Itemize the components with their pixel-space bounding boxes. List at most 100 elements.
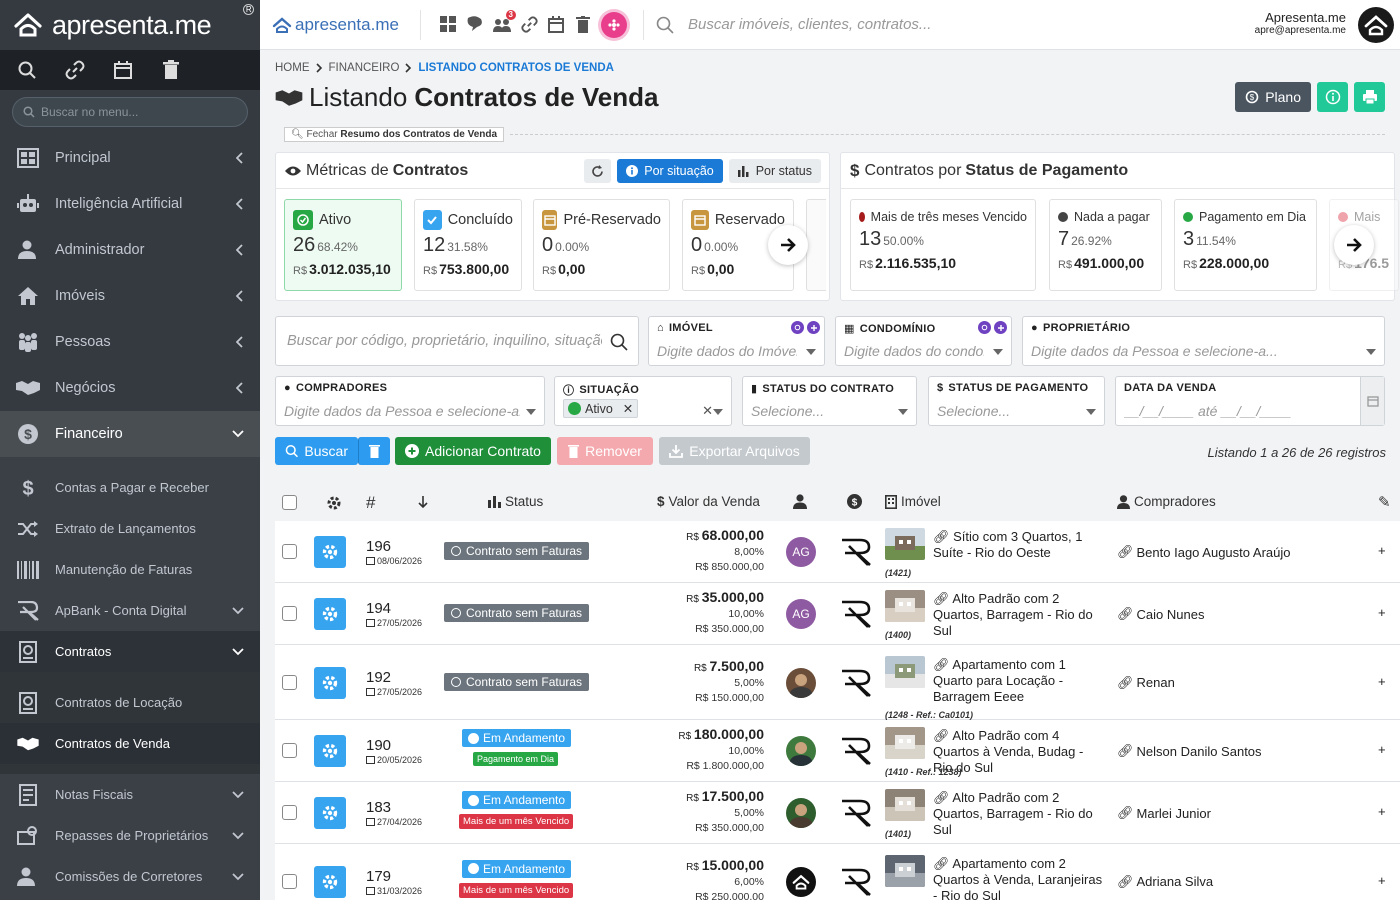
info-button[interactable] <box>1317 82 1348 112</box>
property-thumbnail[interactable] <box>885 854 925 887</box>
trash-icon[interactable] <box>574 16 592 34</box>
property-thumbnail[interactable] <box>885 528 925 560</box>
avatar[interactable]: AG <box>786 537 816 567</box>
metrics-next-button[interactable] <box>768 225 808 265</box>
sidebar-item-comissoes[interactable]: Comissões de Corretores <box>0 856 260 897</box>
buyer-link[interactable]: 🔗︎ Marlei Junior <box>1117 805 1211 821</box>
breadcrumb-financeiro[interactable]: FINANCEIRO <box>329 62 400 74</box>
calendar-button[interactable] <box>1360 377 1384 425</box>
plano-button[interactable]: $ Plano <box>1235 82 1311 112</box>
user-info[interactable]: Apresenta.me apre@apresenta.me <box>1255 10 1346 36</box>
chat-icon[interactable] <box>466 16 484 34</box>
sort-arrow-icon[interactable] <box>418 496 428 508</box>
payment-overdue-3m[interactable]: Mais de três meses Vencido 13 50.00% R$ 2.… <box>850 199 1036 291</box>
print-button[interactable] <box>1354 82 1385 112</box>
flower-icon[interactable] <box>601 11 627 38</box>
sidebar-item-imoveis[interactable]: Imóveis <box>0 273 260 319</box>
status-pagamento-select[interactable]: $ STATUS DE PAGAMENTO Selecione... <box>928 376 1105 426</box>
contract-id[interactable]: 183 <box>366 799 391 816</box>
imovel-select[interactable]: ⌂ IMÓVEL Digite dados do Imóvel... <box>648 316 825 366</box>
avatar[interactable] <box>786 736 816 766</box>
expand-row-button[interactable]: + <box>1378 742 1386 757</box>
sidebar-logo[interactable]: apresenta.me R <box>0 0 260 50</box>
status-badge[interactable]: Contrato sem Faturas <box>444 604 590 622</box>
compradores-select[interactable]: ● COMPRADORES Digite dados da Pessoa e se… <box>275 376 545 426</box>
property-title[interactable]: 🔗︎ Sítio com 3 Quartos, 1 Suíte - Rio do… <box>933 529 1105 561</box>
metric-pre-reservado[interactable]: Pré-Reservado 0 0.00% R$ 0,00 <box>533 199 670 291</box>
sidebar-item-pessoas[interactable]: Pessoas <box>0 319 260 365</box>
condominio-select[interactable]: ▦CONDOMÍNIO Digite dados do condomínio..… <box>835 316 1012 366</box>
search-plus-icon[interactable] <box>791 321 804 334</box>
status-badge[interactable]: Contrato sem Faturas <box>444 672 590 691</box>
menu-search-input[interactable]: Buscar no menu... <box>12 97 248 127</box>
sidebar-item-principal[interactable]: Principal <box>0 135 260 181</box>
row-checkbox[interactable] <box>282 743 297 758</box>
row-actions-button[interactable] <box>314 797 346 829</box>
expand-row-button[interactable]: + <box>1378 543 1386 558</box>
row-actions-button[interactable] <box>314 865 346 898</box>
link-icon[interactable] <box>64 59 86 81</box>
search-plus-icon[interactable] <box>978 321 991 334</box>
column-payment[interactable]: $ <box>847 494 862 509</box>
add-contract-button[interactable]: Adicionar Contrato <box>395 437 551 465</box>
sidebar-item-apbank[interactable]: ApBank - Conta Digital <box>0 590 260 631</box>
buyer-link[interactable]: 🔗︎ Adriana Silva <box>1117 874 1213 890</box>
avatar[interactable] <box>786 866 816 897</box>
sidebar-item-contratos-locacao[interactable]: Contratos de Locação <box>0 682 260 723</box>
trash-icon[interactable] <box>160 59 182 81</box>
sidebar-item-contratos-venda[interactable]: Contratos de Venda <box>0 723 260 764</box>
grid-icon[interactable] <box>439 16 457 34</box>
row-checkbox[interactable] <box>282 674 297 690</box>
users-icon[interactable]: 3 <box>493 9 516 34</box>
payment-badge[interactable]: Mais de um mês Vencido <box>459 882 574 898</box>
select-all-checkbox[interactable] <box>282 495 297 510</box>
text-search-input[interactable]: Buscar por código, proprietário, inquili… <box>275 316 639 366</box>
property-thumbnail[interactable] <box>885 789 925 821</box>
data-venda-range[interactable]: DATA DA VENDA __/__/____ até __/__/____ <box>1115 376 1385 426</box>
table-row[interactable]: 192 27/05/2026 Contrato sem Faturas R$ 7… <box>275 645 1400 720</box>
contract-id[interactable]: 190 <box>366 737 391 754</box>
property-thumbnail[interactable] <box>885 590 925 622</box>
situacao-chip[interactable]: Ativo ✕ <box>563 399 639 418</box>
expand-row-button[interactable]: + <box>1378 605 1386 620</box>
sidebar-item-ia[interactable]: Inteligência Artificial <box>0 181 260 227</box>
property-thumbnail[interactable] <box>885 655 925 688</box>
payments-next-button[interactable] <box>1334 225 1374 265</box>
row-checkbox[interactable] <box>282 805 297 820</box>
column-property[interactable]: Imóvel <box>885 494 941 509</box>
property-title[interactable]: 🔗︎ Apartamento com 2 Quartos à Venda, La… <box>933 856 1105 900</box>
buyer-link[interactable]: 🔗︎ Bento Iago Augusto Araújo <box>1117 544 1290 560</box>
column-broker[interactable] <box>793 494 807 509</box>
status-badge[interactable]: Em Andamento <box>462 729 572 747</box>
property-title[interactable]: 🔗︎ Apartamento com 1 Quarto para Locação… <box>933 657 1105 705</box>
sidebar-item-negocios[interactable]: Negócios <box>0 365 260 411</box>
situacao-select[interactable]: ⓘ SITUAÇÃO Ativo ✕ ✕ <box>554 376 732 426</box>
row-actions-button[interactable] <box>314 536 346 568</box>
buyer-link[interactable]: 🔗︎ Nelson Danilo Santos <box>1117 743 1262 759</box>
avatar[interactable] <box>1358 7 1394 43</box>
payment-on-time[interactable]: Pagamento em Dia 3 11.54% R$ 228.000,00 <box>1174 199 1317 291</box>
close-icon[interactable]: ✕ <box>623 401 633 416</box>
sidebar-item-financeiro[interactable]: $ Financeiro <box>0 411 260 457</box>
contract-id[interactable]: 179 <box>366 868 391 885</box>
table-row[interactable]: 179 31/03/2026 Em Andamento Mais de um mê… <box>275 844 1400 900</box>
search-icon[interactable] <box>16 59 38 81</box>
sidebar-item-extrato[interactable]: Extrato de Lançamentos <box>0 508 260 549</box>
status-badge[interactable]: Em Andamento <box>462 859 572 878</box>
row-checkbox[interactable] <box>282 606 297 621</box>
table-row[interactable]: 190 20/05/2026 Em Andamento Pagamento em … <box>275 720 1400 782</box>
avatar[interactable] <box>786 798 816 828</box>
proprietario-select[interactable]: ● PROPRIETÁRIO Digite dados da Pessoa e s… <box>1022 316 1385 366</box>
expand-row-button[interactable]: + <box>1378 873 1386 888</box>
metric-ativo[interactable]: Ativo 26 68.42% R$ 3.012.035,10 <box>284 199 402 291</box>
row-checkbox[interactable] <box>282 873 297 889</box>
plus-icon[interactable] <box>807 321 820 334</box>
sidebar-item-notas-fiscais[interactable]: Notas Fiscais <box>0 774 260 815</box>
status-badge[interactable]: Contrato sem Faturas <box>444 542 590 560</box>
buyer-link[interactable]: 🔗︎ Renan <box>1117 675 1175 691</box>
sidebar-item-administrador[interactable]: Administrador <box>0 227 260 273</box>
table-row[interactable]: 196 08/06/2026 Contrato sem Faturas R$ 6… <box>275 521 1400 583</box>
topbar-brand[interactable]: apresenta.me <box>260 15 420 35</box>
sidebar-item-faturas[interactable]: Manutenção de Faturas <box>0 549 260 590</box>
avatar[interactable] <box>786 667 816 698</box>
